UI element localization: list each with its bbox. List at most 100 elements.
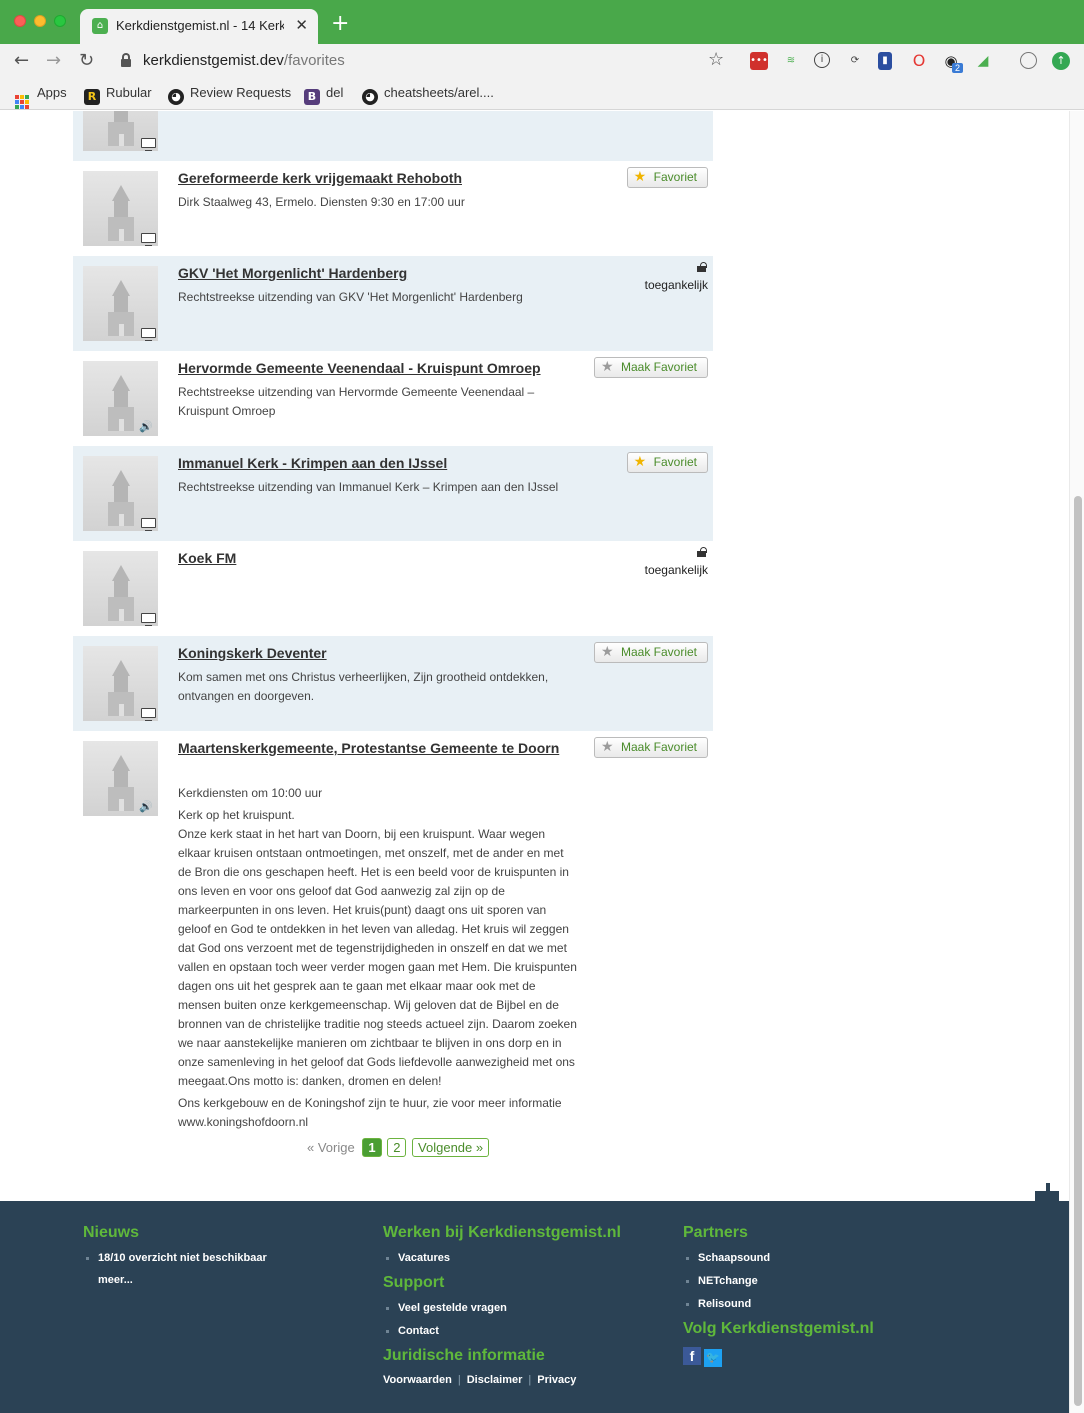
church-placeholder-icon <box>108 470 134 526</box>
footer-partner-schaapsound[interactable]: Schaapsound <box>683 1251 874 1274</box>
profile-circle-icon[interactable] <box>1020 52 1037 69</box>
description-paragraph: Rechtstreekse uitzending van Hervormde G… <box>178 385 535 418</box>
update-arrow-icon[interactable]: ↑ <box>1052 52 1070 70</box>
church-thumbnail[interactable]: 🔊 <box>83 361 158 436</box>
church-thumbnail[interactable] <box>83 266 158 341</box>
github-icon: ◕ <box>168 89 184 105</box>
footer-news-more-link[interactable]: meer... <box>83 1274 267 1286</box>
bookmarks-bar: Apps R Rubular ◕ Review Requests Bdel ◕ che… <box>0 79 1084 110</box>
unlock-icon <box>697 547 708 557</box>
church-thumbnail[interactable] <box>83 646 158 721</box>
flag-extension-icon[interactable]: ▮ <box>878 52 892 70</box>
footer-news-item[interactable]: 18/10 overzicht niet beschikbaar <box>83 1251 267 1274</box>
bookmark-apps[interactable]: Apps <box>15 85 67 109</box>
rubular-icon: R <box>84 89 100 105</box>
facebook-icon[interactable]: f <box>683 1347 701 1365</box>
favorite-button-label: Maak Favoriet <box>620 740 697 754</box>
church-placeholder-icon <box>108 111 134 146</box>
make-favorite-button[interactable]: ★ Maak Favoriet <box>593 737 708 758</box>
speaker-icon: 🔊 <box>139 420 153 433</box>
wifi-extension-icon[interactable]: ≋ <box>782 52 800 70</box>
church-thumbnail[interactable] <box>83 456 158 531</box>
window-minimize-button[interactable] <box>34 15 46 27</box>
favorite-button[interactable]: ★ Favoriet <box>626 452 708 473</box>
extension-count-badge: 2 <box>952 63 964 73</box>
lastpass-extension-icon[interactable]: ••• <box>750 52 768 70</box>
bookmark-del[interactable]: Bdel <box>304 85 343 105</box>
access-label: toegankelijk <box>644 563 708 577</box>
church-title-link[interactable]: Immanuel Kerk - Krimpen aan den IJssel <box>178 453 578 474</box>
sync-extension-icon[interactable]: ⟳ <box>846 52 864 70</box>
footer-jobs-heading: Werken bij Kerkdienstgemist.nl <box>383 1224 621 1241</box>
church-row: Gereformeerde kerk vrijgemaakt Rehoboth D… <box>73 161 713 256</box>
description-paragraph: Rechtstreekse uitzending van GKV 'Het Mo… <box>178 290 523 304</box>
footer-partners: Partners Schaapsound NETchange Relisound… <box>683 1224 874 1367</box>
pagination-page-2[interactable]: 2 <box>387 1138 407 1157</box>
footer-link-vacatures[interactable]: Vacatures <box>383 1251 621 1274</box>
church-description: Rechtstreekse uitzending van GKV 'Het Mo… <box>178 288 578 307</box>
footer-link-contact[interactable]: Contact <box>383 1324 621 1347</box>
church-title-link[interactable]: GKV 'Het Morgenlicht' Hardenberg <box>178 263 578 284</box>
footer-partner-relisound[interactable]: Relisound <box>683 1297 874 1320</box>
tab-close-icon[interactable]: ✕ <box>295 16 308 34</box>
opera-extension-icon[interactable]: O <box>910 52 928 70</box>
footer-news: Nieuws 18/10 overzicht niet beschikbaar … <box>83 1224 267 1286</box>
church-row: Koek FM toegankelijk <box>73 541 713 636</box>
address-bar[interactable]: kerkdienstgemist.dev/favorites <box>143 52 345 69</box>
bookmark-review-requests[interactable]: ◕ Review Requests <box>168 85 291 105</box>
reload-icon[interactable]: ↻ <box>79 50 94 71</box>
church-title-link[interactable]: Koningskerk Deventer <box>178 643 578 664</box>
new-tab-button[interactable]: + <box>331 11 349 36</box>
church-title-link[interactable]: Hervormde Gemeente Veenendaal - Kruispun… <box>178 358 578 379</box>
description-paragraph: Kerk op het kruispunt. Onze kerk staat in… <box>178 808 577 1088</box>
bookmark-rubular[interactable]: R Rubular <box>84 85 152 105</box>
make-favorite-button[interactable]: ★ Maak Favoriet <box>593 642 708 663</box>
signal-extension-icon[interactable]: ◢ <box>974 52 992 70</box>
star-icon: ★ <box>633 169 647 185</box>
page-scrollbar[interactable] <box>1069 111 1084 1413</box>
church-thumbnail[interactable]: 🔊 <box>83 741 158 816</box>
footer-link-faq[interactable]: Veel gestelde vragen <box>383 1301 621 1324</box>
make-favorite-button[interactable]: ★ Maak Favoriet <box>593 357 708 378</box>
bookmark-label: Review Requests <box>190 85 292 100</box>
browser-tab-active[interactable]: ⌂ Kerkdienstgemist.nl - 14 Kerken ✕ <box>80 9 318 44</box>
pagination: « Vorige 1 2 Volgende » <box>307 1138 490 1157</box>
church-title-link[interactable]: Koek FM <box>178 548 578 569</box>
favorites-list: Gereformeerde kerk vrijgemaakt Rehoboth D… <box>73 111 713 1136</box>
footer-legal-links: Voorwaarden | Disclaimer | Privacy <box>383 1374 577 1386</box>
church-placeholder-icon <box>108 280 134 336</box>
info-extension-icon[interactable]: i <box>814 52 830 68</box>
access-status: toegankelijk <box>645 547 708 577</box>
church-row: Immanuel Kerk - Krimpen aan den IJssel Re… <box>73 446 713 541</box>
church-title-link[interactable]: Maartenskerkgemeente, Protestantse Gemee… <box>178 738 578 759</box>
church-thumbnail[interactable] <box>83 171 158 246</box>
tv-icon <box>141 138 156 151</box>
forward-arrow-icon[interactable]: → <box>46 50 61 71</box>
footer-link-disclaimer[interactable]: Disclaimer <box>467 1374 523 1386</box>
window-close-button[interactable] <box>14 15 26 27</box>
pagination-next[interactable]: Volgende » <box>412 1138 490 1157</box>
back-arrow-icon[interactable]: ← <box>14 50 29 71</box>
star-icon: ★ <box>600 644 614 660</box>
bookmark-star-icon[interactable]: ☆ <box>708 49 724 70</box>
speaker-icon: 🔊 <box>139 800 153 813</box>
lock-icon[interactable] <box>121 53 131 67</box>
twitter-icon[interactable]: 🐦 <box>704 1349 722 1367</box>
church-thumbnail[interactable] <box>83 551 158 626</box>
bookmark-cheatsheets[interactable]: ◕ cheatsheets/arel.... <box>362 85 494 105</box>
church-title-link[interactable]: Gereformeerde kerk vrijgemaakt Rehoboth <box>178 168 578 189</box>
favorite-button[interactable]: ★ Favoriet <box>626 167 708 188</box>
church-description: Kerkdiensten om 10:00 uur Kerk op het kru… <box>178 784 578 1132</box>
footer-link-privacy[interactable]: Privacy <box>537 1374 576 1386</box>
church-placeholder-icon <box>108 660 134 716</box>
favorite-button-label: Maak Favoriet <box>620 645 697 659</box>
pagination-prev: « Vorige <box>307 1140 355 1155</box>
church-thumbnail[interactable] <box>83 111 158 151</box>
scrollbar-thumb[interactable] <box>1074 496 1082 1406</box>
window-maximize-button[interactable] <box>54 15 66 27</box>
footer-link-voorwaarden[interactable]: Voorwaarden <box>383 1374 452 1386</box>
pagination-page-1[interactable]: 1 <box>362 1138 382 1157</box>
star-icon: ★ <box>600 359 614 375</box>
church-description: Rechtstreekse uitzending van Immanuel Ke… <box>178 478 578 497</box>
footer-partner-netchange[interactable]: NETchange <box>683 1274 874 1297</box>
